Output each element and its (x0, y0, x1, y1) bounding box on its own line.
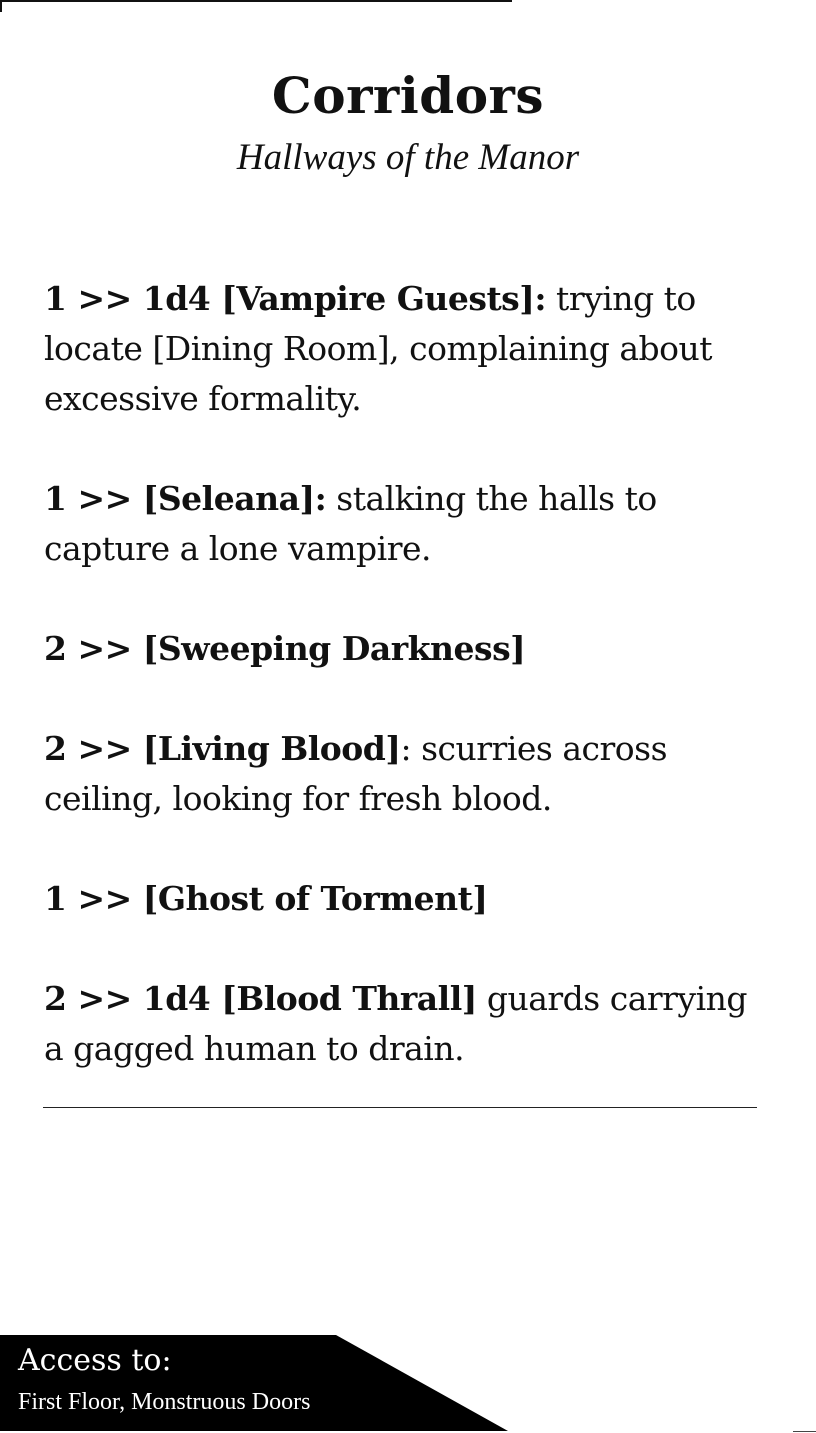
page-header: Corridors Hallways of the Manor (0, 62, 816, 180)
encounter-entry-blood-thrall: 2 >> 1d4 [Blood Thrall] guards carrying … (44, 974, 764, 1074)
bottom-corner-mark (793, 1431, 816, 1432)
encounter-list: 1 >> 1d4 [Vampire Guests]: trying to loc… (44, 274, 764, 1124)
top-corner-tick (0, 0, 2, 12)
encounter-entry-seleana: 1 >> [Seleana]: stalking the halls to ca… (44, 474, 764, 574)
access-box: Access to: First Floor, Monstruous Doors (0, 1335, 508, 1431)
encounter-entry-living-blood: 2 >> [Living Blood]: scurries across cei… (44, 724, 764, 824)
section-divider (43, 1107, 757, 1108)
top-rule (0, 0, 512, 2)
encounter-entry-ghost-of-torment: 1 >> [Ghost of Torment] (44, 874, 764, 924)
page-subtitle: Hallways of the Manor (236, 137, 580, 178)
encounter-entry-vampire-guests: 1 >> 1d4 [Vampire Guests]: trying to loc… (44, 274, 764, 424)
encounter-lead: 2 >> 1d4 [Blood Thrall] (44, 979, 477, 1018)
encounter-lead: 1 >> [Ghost of Torment] (44, 879, 488, 918)
encounter-lead: 2 >> [Sweeping Darkness] (44, 629, 526, 668)
encounter-lead: 1 >> [Seleana]: (44, 479, 327, 518)
page-title: Corridors (271, 66, 545, 125)
encounter-lead: 1 >> 1d4 [Vampire Guests]: (44, 279, 547, 318)
encounter-entry-sweeping-darkness: 2 >> [Sweeping Darkness] (44, 624, 764, 674)
access-label: Access to: (18, 1343, 172, 1378)
access-value: First Floor, Monstruous Doors (18, 1389, 311, 1415)
encounter-lead: 2 >> [Living Blood] (44, 729, 401, 768)
